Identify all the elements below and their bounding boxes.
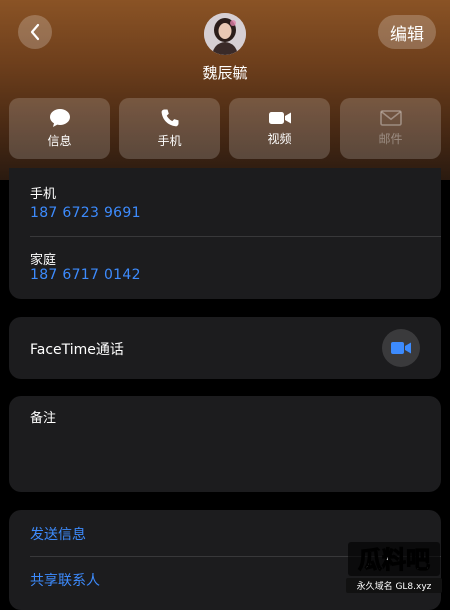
message-action-button[interactable]: 信息 [9,98,110,159]
avatar[interactable] [204,13,246,55]
facetime-card[interactable]: FaceTime通话 [9,317,441,379]
share-contact-link[interactable]: 共享联系人 [30,570,100,590]
divider [30,236,441,237]
phone-icon [161,109,178,127]
svg-text:永久域名 GL8.xyz: 永久域名 GL8.xyz [357,580,432,592]
back-button[interactable] [18,15,52,49]
edit-button[interactable]: 编辑 [378,15,436,49]
watermark-logo: 瓜料吧 永久域名 GL8.xyz [344,538,444,594]
mail-action-button[interactable]: 邮件 [340,98,441,159]
phone-action-label: 手机 [157,134,182,148]
facetime-video-button[interactable] [382,329,420,367]
send-message-link[interactable]: 发送信息 [30,524,86,544]
video-action-button[interactable]: 视频 [229,98,330,159]
home-number[interactable]: 187 6717 0142 [30,267,141,283]
message-action-label: 信息 [47,134,72,148]
notes-label: 备注 [30,411,57,426]
video-icon [391,342,411,354]
contact-header: 编辑 魏辰毓 信息 手机 视频 邮件 [0,0,450,180]
video-action-label: 视频 [267,132,292,146]
facetime-label: FaceTime通话 [30,342,124,358]
message-icon [49,109,70,127]
phone-numbers-card: 手机 187 6723 9691 家庭 187 6717 0142 [9,168,441,299]
mobile-label: 手机 [30,187,57,202]
quick-actions: 信息 手机 视频 邮件 [9,98,441,159]
notes-card[interactable]: 备注 [9,396,441,492]
chevron-left-icon [30,23,40,41]
mail-action-label: 邮件 [378,132,403,146]
avatar-photo [204,13,246,55]
mobile-number[interactable]: 187 6723 9691 [30,205,141,221]
watermark-graphic: 瓜料吧 永久域名 GL8.xyz [346,542,442,593]
svg-text:瓜料吧: 瓜料吧 [358,546,430,574]
contact-name: 魏辰毓 [202,64,248,82]
home-label: 家庭 [30,253,57,268]
phone-action-button[interactable]: 手机 [119,98,220,159]
video-icon [268,112,291,124]
mail-icon [379,110,402,126]
